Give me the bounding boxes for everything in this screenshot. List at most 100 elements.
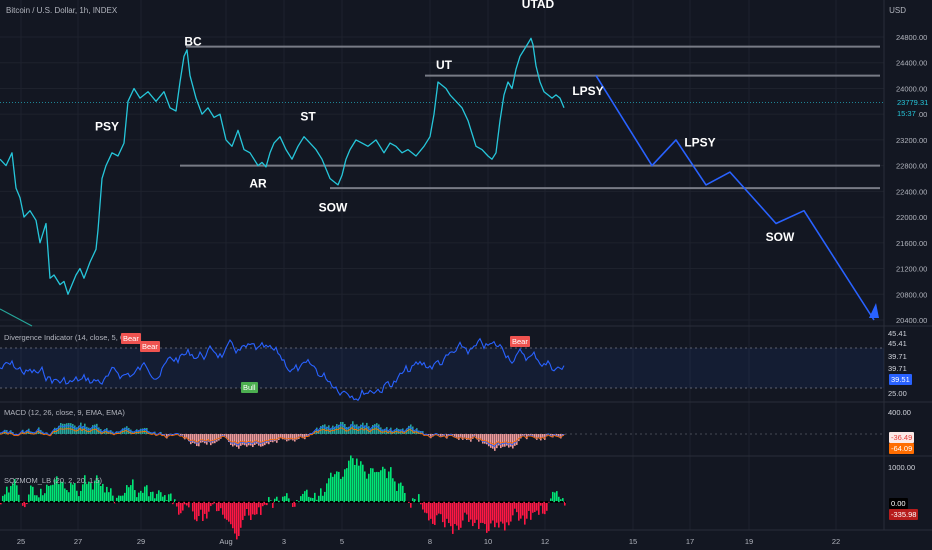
sqz-hist-bar xyxy=(418,494,420,502)
annotation-label: ST xyxy=(300,110,316,124)
bear-signal-1: Bear xyxy=(121,333,141,344)
sqz-hist-bar xyxy=(542,502,544,514)
sqz-hist-bar xyxy=(446,502,448,519)
sqz-hist-bar xyxy=(530,502,532,520)
sqz-hist-bar xyxy=(188,502,190,508)
sqz-hist-bar xyxy=(494,502,496,528)
sqz-hist-bar xyxy=(422,502,424,510)
x-tick-label: 3 xyxy=(282,537,286,546)
sqz-hist-bar xyxy=(448,502,450,524)
sqz-hist-bar xyxy=(146,485,148,502)
sqz-hist-bar xyxy=(72,484,74,502)
sqz-hist-bar xyxy=(252,502,254,515)
macd-hist-bar xyxy=(246,434,248,447)
x-tick-label: 27 xyxy=(74,537,82,546)
sqz-hist-bar xyxy=(90,483,92,502)
sqz-hist-bar xyxy=(224,502,226,519)
macd-hist-bar xyxy=(214,434,216,444)
sqz-hist-bar xyxy=(512,502,514,516)
sqz-hist-bar xyxy=(482,502,484,523)
sqz-hist-bar xyxy=(544,502,546,515)
sqz-hist-bar xyxy=(324,491,326,502)
chart-canvas[interactable]: BCUTADUTLPSYPSYSTLPSYARSOWSOW 20400.0020… xyxy=(0,0,932,550)
sqz-hist-bar xyxy=(144,486,146,502)
macd-hist-bar xyxy=(494,434,496,451)
sqz-hist-bar xyxy=(356,458,358,502)
sqz-hist-bar xyxy=(388,471,390,502)
sqz-hist-bar xyxy=(128,487,130,502)
sqz-hist-bar xyxy=(326,483,328,502)
macd-hist-bar xyxy=(216,434,218,442)
sqz-hist-bar xyxy=(516,502,518,513)
sqz-hist-bar xyxy=(248,502,250,516)
x-tick-label: 25 xyxy=(17,537,25,546)
sqz-hist-bar xyxy=(196,502,198,522)
macd-hist-bar xyxy=(380,427,382,434)
macd-hist-bar xyxy=(206,434,208,445)
sqz-hist-bar xyxy=(150,492,152,502)
y-tick-label: 22400.00 xyxy=(896,187,927,196)
y-tick-label: 24000.00 xyxy=(896,84,927,93)
sqz-hist-bar xyxy=(138,492,140,502)
sqz-hist-bar xyxy=(442,502,444,523)
x-tick-label: 22 xyxy=(832,537,840,546)
sqz-hist-bar xyxy=(58,484,60,502)
sqz-hist-bar xyxy=(260,502,262,515)
sqz-hist-bar xyxy=(452,502,454,534)
sqz-hist-bar xyxy=(502,502,504,524)
sqz-hist-bar xyxy=(390,467,392,502)
annotation-label: UTAD xyxy=(522,0,555,11)
sqz-hist-bar xyxy=(8,492,10,502)
sqz-hist-bar xyxy=(250,502,252,520)
div-label-bottom: 25.00 xyxy=(888,389,907,398)
macd-tag-b: -64.09 xyxy=(889,443,915,454)
sqz-hist-bar xyxy=(504,502,506,531)
macd-hist-bar xyxy=(514,434,516,446)
symbol-title: Bitcoin / U.S. Dollar, 1h, INDEX xyxy=(6,6,118,15)
sqz-hist-bar xyxy=(222,502,224,515)
sqz-hist-bar xyxy=(306,489,308,502)
annotation-label: AR xyxy=(249,177,267,191)
sqz-hist-bar xyxy=(64,488,66,502)
sqz-hist-bar xyxy=(332,476,334,502)
macd-hist-bar xyxy=(278,434,280,440)
sqz-hist-bar xyxy=(42,495,44,502)
sqz-hist-bar xyxy=(200,502,202,510)
sqz-hist-bar xyxy=(44,493,46,502)
sqz-current-tag: -335.98 xyxy=(889,509,919,520)
macd-hist-bar xyxy=(258,434,260,446)
macd-tag-a: -36.49 xyxy=(889,432,915,443)
macd-hist-bar xyxy=(238,434,240,449)
sqz-hist-bar xyxy=(510,502,512,522)
sqz-hist-bar xyxy=(398,483,400,502)
sqz-hist-bar xyxy=(228,502,230,522)
macd-hist-bar xyxy=(296,434,298,440)
grid-lines xyxy=(0,0,932,531)
macd-hist-bar xyxy=(210,434,212,446)
sqz-hist-bar xyxy=(462,502,464,521)
sqz-hist-bar xyxy=(478,502,480,529)
div-label-mid2: 39.71 xyxy=(888,364,907,373)
sqz-hist-bar xyxy=(254,502,256,515)
sqz-hist-bar xyxy=(126,485,128,502)
sqz-hist-bar xyxy=(558,496,560,502)
sqz-hist-bar xyxy=(434,502,436,525)
x-tick-label: 19 xyxy=(745,537,753,546)
sqz-hist-bar xyxy=(100,485,102,502)
sqz-hist-bar xyxy=(74,483,76,502)
macd-hist-bar xyxy=(128,427,130,434)
y-tick-label: 21600.00 xyxy=(896,239,927,248)
sqz-hist-bar xyxy=(124,492,126,502)
projection-path xyxy=(595,75,875,321)
sqz-hist-bar xyxy=(476,502,478,520)
sqz-hist-bar xyxy=(288,498,290,502)
sqz-hist-bar xyxy=(474,502,476,523)
sqz-hist-bar xyxy=(480,502,482,523)
sqz-hist-bar xyxy=(468,502,470,522)
sqz-hist-bar xyxy=(464,502,466,513)
sqz-hist-bar xyxy=(130,485,132,502)
sqz-hist-bar xyxy=(538,502,540,515)
sqz-hist-bar xyxy=(258,502,260,508)
sqz-hist-bar xyxy=(198,502,200,517)
price-axis-labels: 20400.00 20800.00 21200.00 21600.00 22000.00… xyxy=(896,33,927,325)
